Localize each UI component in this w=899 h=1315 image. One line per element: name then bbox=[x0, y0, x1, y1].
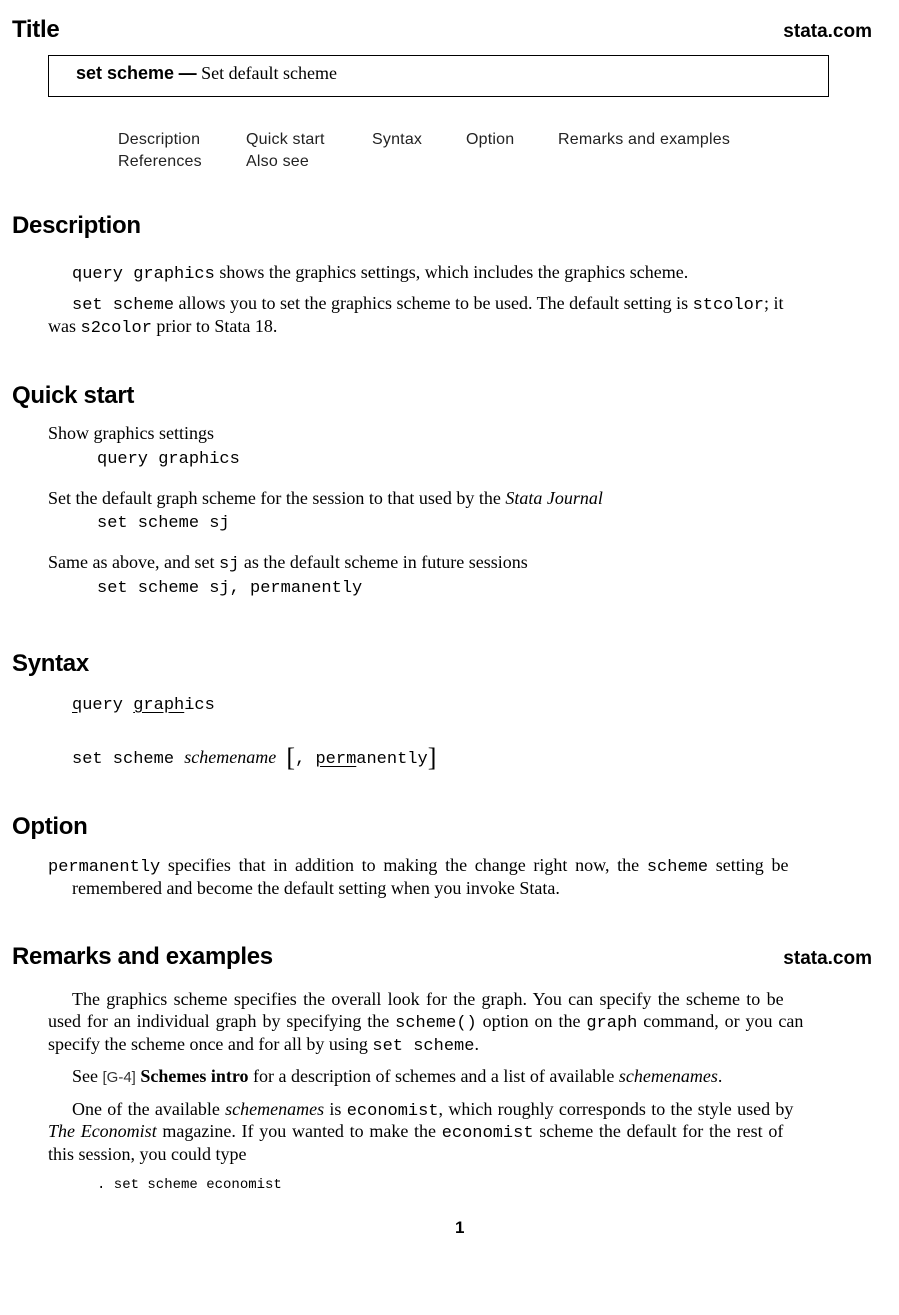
text: scheme the default for the rest of bbox=[533, 1121, 784, 1141]
quick-start-desc-3: Same as above, and set sj as the default… bbox=[48, 551, 528, 576]
command-name: set scheme bbox=[76, 63, 175, 83]
text: magazine. If you wanted to make the bbox=[156, 1121, 442, 1141]
text: . bbox=[474, 1034, 479, 1054]
code-set-scheme: set scheme bbox=[72, 296, 175, 315]
remarks-p3-line2: The Economist magazine. If you wanted to… bbox=[48, 1120, 783, 1145]
text: for a description of schemes and a list … bbox=[248, 1066, 619, 1086]
quick-start-cmd-2: set scheme sj bbox=[97, 514, 230, 533]
the-economist-title: The Economist bbox=[48, 1121, 157, 1141]
text: , which roughly corresponds to the style… bbox=[438, 1099, 794, 1119]
code-query-graphics: query graphics bbox=[72, 265, 215, 284]
quick-start-desc-1: Show graphics settings bbox=[48, 423, 214, 443]
text: specify the scheme once and for all by u… bbox=[48, 1034, 373, 1054]
code-graph[interactable]: graph bbox=[586, 1014, 637, 1033]
abbrev-graph: graph bbox=[133, 696, 185, 715]
nav-option[interactable]: Option bbox=[466, 131, 514, 149]
remarks-p1-line2: used for an individual graph by specifyi… bbox=[48, 1010, 803, 1035]
code-scheme: scheme bbox=[646, 858, 709, 877]
nav-quick-start[interactable]: Quick start bbox=[246, 131, 325, 149]
command-description: Set default scheme bbox=[201, 63, 338, 83]
text: as the default scheme in future sessions bbox=[239, 552, 528, 572]
schemenames-term: schemenames bbox=[618, 1066, 718, 1086]
text: . bbox=[717, 1066, 723, 1086]
nav-also-see[interactable]: Also see bbox=[246, 153, 309, 171]
nav-description[interactable]: Description bbox=[118, 131, 200, 149]
text: See bbox=[72, 1066, 103, 1086]
arg-schemename: schemename bbox=[184, 747, 277, 767]
optional-bracket-close: ] bbox=[427, 743, 437, 772]
code-set-scheme[interactable]: set scheme bbox=[372, 1037, 474, 1056]
remarks-p2: See [G-4] Schemes intro for a descriptio… bbox=[72, 1065, 722, 1089]
remarks-heading: Remarks and examples bbox=[12, 943, 273, 970]
code-stcolor: stcolor bbox=[692, 296, 765, 315]
code-scheme-option: scheme() bbox=[395, 1014, 477, 1033]
remarks-p1-line1: The graphics scheme specifies the overal… bbox=[72, 989, 784, 1009]
remarks-p3-line3: this session, you could type bbox=[48, 1144, 247, 1164]
page-section-title: Title bbox=[12, 16, 60, 43]
text: allows you to set the graphics scheme to… bbox=[174, 293, 693, 313]
optional-bracket-open: [ bbox=[286, 743, 296, 772]
stata-link-remarks[interactable]: stata.com bbox=[783, 948, 872, 970]
description-p1: query graphics shows the graphics settin… bbox=[72, 261, 688, 286]
remarks-p1-line3: specify the scheme once and for all by u… bbox=[48, 1033, 479, 1058]
text: ; it bbox=[764, 293, 784, 313]
example-command: . set scheme economist bbox=[97, 1177, 282, 1193]
comma: , bbox=[295, 750, 306, 769]
code-economist: economist bbox=[346, 1102, 439, 1121]
text: option on the bbox=[476, 1011, 587, 1031]
text: shows the graphics settings, which inclu… bbox=[214, 262, 689, 282]
option-heading: Option bbox=[12, 813, 88, 840]
text: One of the available bbox=[72, 1099, 226, 1119]
quick-start-desc-2: Set the default graph scheme for the ses… bbox=[48, 487, 603, 509]
nav-references[interactable]: References bbox=[118, 153, 202, 171]
text: ics bbox=[184, 696, 215, 715]
abbrev-q: q bbox=[72, 696, 83, 715]
syntax-heading: Syntax bbox=[12, 650, 89, 677]
schemenames-term: schemenames bbox=[225, 1099, 325, 1119]
option-name-permanently: permanently bbox=[48, 858, 161, 877]
code-s2color: s2color bbox=[80, 319, 152, 338]
option-line1: permanently specifies that in addition t… bbox=[48, 854, 873, 879]
text: setting be bbox=[708, 855, 789, 875]
code-economist: economist bbox=[441, 1124, 534, 1143]
text: set scheme bbox=[72, 750, 185, 769]
text: Set the default graph scheme for the ses… bbox=[48, 488, 506, 508]
nav-remarks[interactable]: Remarks and examples bbox=[558, 131, 730, 149]
nav-syntax[interactable]: Syntax bbox=[372, 131, 422, 149]
syntax-line-query: query graphics bbox=[72, 696, 215, 715]
description-p2-line2: was s2color prior to Stata 18. bbox=[48, 315, 277, 340]
option-line2: remembered and become the default settin… bbox=[72, 878, 560, 898]
quick-start-cmd-3: set scheme sj, permanently bbox=[97, 579, 363, 598]
page-number: 1 bbox=[455, 1218, 465, 1237]
syntax-line-set-scheme: set scheme schemename [, permanently] bbox=[72, 743, 436, 773]
text: prior to Stata 18. bbox=[151, 316, 278, 336]
stata-link[interactable]: stata.com bbox=[783, 21, 872, 43]
text: uery bbox=[82, 696, 134, 715]
title-dash: — bbox=[178, 63, 197, 83]
text: is bbox=[324, 1099, 347, 1119]
quick-start-cmd-1: query graphics bbox=[97, 450, 240, 469]
abbrev-perm: perm bbox=[315, 750, 357, 769]
code-sj: sj bbox=[218, 555, 240, 574]
text: specifies that in addition to making the… bbox=[160, 855, 647, 875]
text: was bbox=[48, 316, 81, 336]
title-line: set scheme — Set default scheme bbox=[76, 63, 337, 84]
description-heading: Description bbox=[12, 212, 141, 239]
schemes-intro-link[interactable]: Schemes intro bbox=[140, 1066, 248, 1086]
text: anently bbox=[356, 750, 428, 769]
quick-start-heading: Quick start bbox=[12, 382, 135, 409]
stata-journal-title: Stata Journal bbox=[505, 488, 603, 508]
text: Same as above, and set bbox=[48, 552, 219, 572]
text: command, or you can bbox=[637, 1011, 804, 1031]
description-p2-line1: set scheme allows you to set the graphic… bbox=[72, 292, 784, 317]
manual-reference[interactable]: [G-4] bbox=[103, 1069, 136, 1086]
text: used for an individual graph by specifyi… bbox=[48, 1011, 396, 1031]
